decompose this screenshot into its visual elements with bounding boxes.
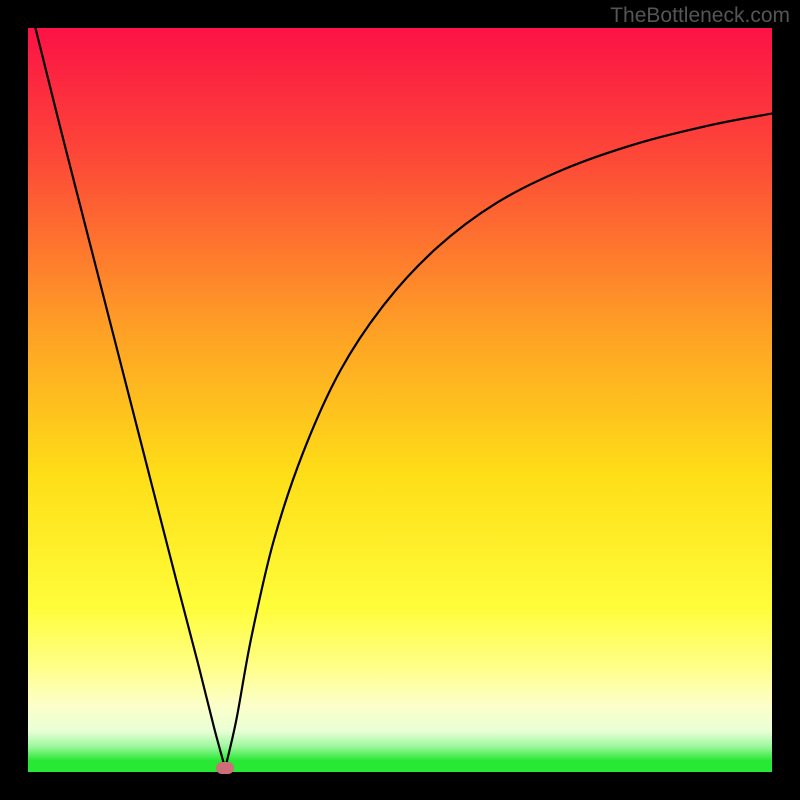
chart-frame: TheBottleneck.com — [0, 0, 800, 800]
curve-right-branch — [225, 114, 772, 769]
min-marker — [216, 762, 234, 774]
watermark-text: TheBottleneck.com — [610, 4, 790, 28]
plot-area — [28, 28, 772, 772]
curve-left-branch — [35, 28, 225, 768]
curve-layer — [28, 28, 772, 772]
